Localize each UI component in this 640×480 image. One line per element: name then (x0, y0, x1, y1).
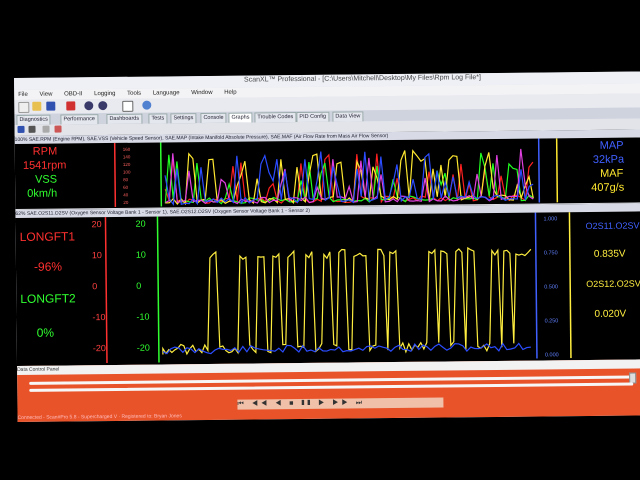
longft2-value: 0% (36, 325, 55, 340)
longft1-value: -96% (33, 259, 63, 274)
rpm-tick: 160 (123, 147, 131, 152)
rpm-tick: 60 (123, 185, 129, 190)
longft1-label: LONGFT1 (19, 229, 76, 244)
map-axis (537, 138, 541, 203)
o2-tick: 0.000 (545, 352, 559, 358)
zoom-slider[interactable] (29, 382, 634, 392)
rpm-tick: 120 (123, 162, 131, 167)
longft1-tick: -10 (92, 312, 105, 322)
longft2-tick: 10 (136, 250, 146, 260)
rpm-tick: 20 (123, 200, 129, 205)
o2-tick: 0.750 (544, 250, 558, 256)
print-icon[interactable] (28, 125, 36, 133)
rpm-tick: 100 (123, 170, 131, 175)
menu-view[interactable]: View (39, 90, 52, 100)
maf-value: 407g/s (591, 181, 625, 194)
menu-window[interactable]: Window (191, 88, 212, 98)
o2s11-value: 0.835V (593, 248, 626, 260)
graph-2-plot[interactable]: 20 20 10 10 0 0 -10 -10 -20 -20 1.000 0.750 0.500 0.2… (91, 212, 575, 364)
longft2-axis (156, 216, 160, 363)
clear-icon[interactable] (54, 125, 62, 133)
o2-tick: 0.500 (544, 284, 558, 290)
o2s11-trace (162, 342, 531, 355)
longft2-label: LONGFT2 (20, 291, 76, 306)
camera-photo: { "window": { "title": "ScanXL™ Professi… (0, 0, 640, 480)
connect-icon[interactable] (66, 101, 76, 111)
rpm-axis (113, 142, 117, 207)
vss-axis (159, 142, 163, 207)
open-folder-icon[interactable] (32, 101, 42, 111)
menu-logging[interactable]: Logging (94, 89, 115, 99)
o2s11-axis (534, 212, 538, 359)
map-label: MAP (599, 139, 624, 152)
longft2-tick: -20 (137, 343, 150, 353)
window-title: ScanXL™ Professional - [C:\Users\Mitchel… (243, 74, 481, 84)
rpm-value: 1541rpm (22, 159, 67, 172)
menu-file[interactable]: File (18, 90, 28, 100)
record-icon[interactable] (84, 101, 94, 111)
vss-value: 0km/h (27, 187, 58, 200)
save-graph-icon[interactable] (17, 125, 25, 133)
rpm-tick: 40 (123, 192, 129, 197)
maf-label: MAF (599, 167, 624, 180)
graph-1-plot[interactable]: 160 140 120 100 80 60 40 20 (95, 138, 560, 208)
application-window: ScanXL™ Professional - [C:\Users\Mitchel… (14, 71, 640, 422)
longft1-tick: 0 (92, 281, 97, 291)
graph-panel-2: 62% SAE.O2S11.O2SV (Oxygen Sensor Voltag… (15, 203, 640, 366)
map-value: 32kPa (592, 153, 625, 166)
longft2-tick: 20 (135, 219, 145, 229)
save-icon[interactable] (46, 101, 56, 111)
o2-tick: 0.250 (545, 318, 559, 324)
o2s12-axis (568, 212, 572, 359)
o2s12-label: O2S12.O2SV (586, 278, 640, 290)
settings-icon[interactable] (98, 101, 108, 111)
grid-icon[interactable] (122, 100, 134, 112)
playback-controls[interactable]: ⏮ ◀◀ ◀ ■ ❚❚ ▶ ▶▶ ⏭ (237, 397, 444, 410)
data-control-panel: Data Control Panel ⏮ ◀◀ ◀ ■ ❚❚ ▶ ▶▶ ⏭ Co… (17, 359, 640, 422)
o2s12-trace (162, 246, 532, 356)
menu-help[interactable]: Help (224, 88, 236, 98)
rpm-label: RPM (32, 145, 58, 158)
graph-panel-1: 100% SAE.RPM (Engine RPM), SAE.VSS (Vehi… (14, 129, 640, 209)
menu-obd[interactable]: OBD-II (64, 89, 82, 99)
rpm-tick: 80 (123, 177, 129, 182)
menu-tools[interactable]: Tools (127, 89, 141, 99)
o2s12-value: 0.020V (594, 308, 627, 320)
zoom-icon[interactable] (42, 125, 50, 133)
longft2-tick: 0 (136, 281, 141, 291)
status-bar: Connected - Scan#Pro 5.8 - Supercharged … (17, 413, 182, 421)
help-icon[interactable] (142, 100, 152, 110)
menu-language[interactable]: Language (153, 88, 180, 98)
longft1-axis (104, 217, 108, 364)
longft2-tick: -10 (136, 312, 149, 322)
maf-axis (555, 138, 559, 203)
longft1-tick: -20 (93, 343, 106, 353)
o2-tick: 1.000 (543, 216, 557, 222)
rpm-tick: 140 (123, 154, 131, 159)
new-file-icon[interactable] (18, 101, 30, 113)
longft1-tick: 10 (92, 250, 102, 260)
longft1-tick: 20 (91, 219, 101, 229)
vss-label: VSS (35, 173, 58, 186)
o2s11-label: O2S11.O2SV (585, 220, 640, 232)
